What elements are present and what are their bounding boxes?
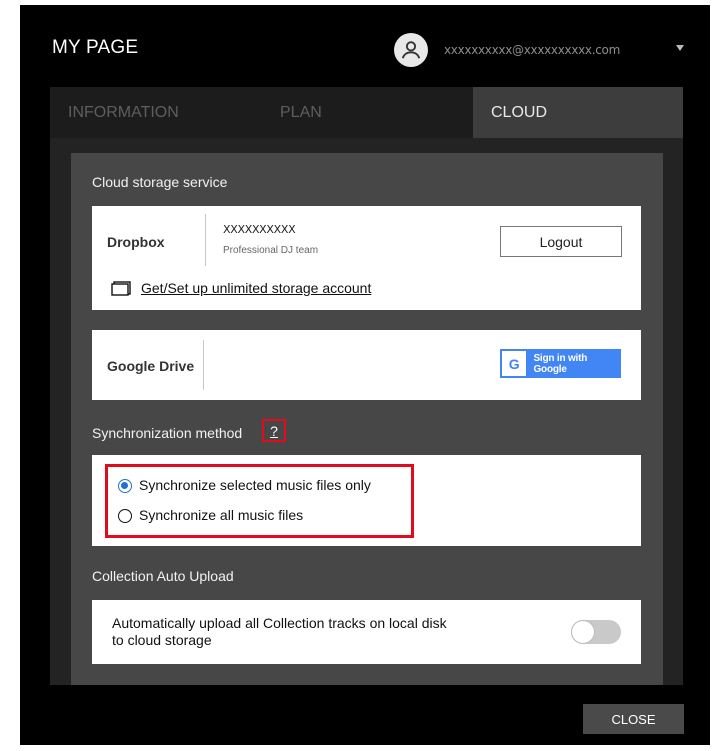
radio-sync-selected[interactable] — [118, 479, 132, 493]
help-icon: ? — [270, 422, 278, 439]
toggle-knob — [571, 620, 595, 644]
unlimited-storage-link[interactable]: Get/Set up unlimited storage account — [141, 280, 371, 296]
auto-upload-description: Automatically upload all Collection trac… — [112, 615, 447, 648]
divider — [203, 340, 204, 390]
auto-upload-toggle[interactable] — [571, 620, 621, 644]
tab-plan[interactable]: PLAN — [280, 87, 322, 138]
account-email: xxxxxxxxxx@xxxxxxxxxx.com — [444, 43, 620, 57]
tab-bar: INFORMATION PLAN CLOUD — [50, 87, 683, 138]
window-icon — [111, 281, 131, 301]
user-avatar-icon — [394, 33, 428, 67]
google-drive-label: Google Drive — [107, 358, 195, 374]
auto-upload-heading: Collection Auto Upload — [92, 568, 234, 584]
close-button[interactable]: CLOSE — [583, 704, 684, 734]
radio-sync-all[interactable] — [118, 509, 132, 523]
page-title: MY PAGE — [52, 37, 139, 58]
sync-options-highlight — [105, 464, 414, 538]
dropbox-team: Professional DJ team — [223, 245, 319, 256]
google-signin-button[interactable]: G Sign in with Google — [500, 349, 621, 378]
help-button[interactable]: ? — [262, 419, 286, 442]
sync-heading: Synchronization method — [92, 425, 243, 441]
google-logo-icon: G — [502, 351, 527, 376]
cloud-storage-heading: Cloud storage service — [92, 174, 228, 190]
dropbox-label: Dropbox — [107, 234, 165, 250]
logout-button[interactable]: Logout — [500, 226, 622, 257]
divider — [205, 214, 206, 266]
chevron-down-icon[interactable] — [676, 45, 684, 51]
sync-all-label[interactable]: Synchronize all music files — [139, 507, 303, 523]
sync-selected-label[interactable]: Synchronize selected music files only — [139, 477, 371, 493]
tab-information[interactable]: INFORMATION — [68, 87, 179, 138]
tab-cloud[interactable]: CLOUD — [473, 87, 683, 138]
google-signin-label: Sign in with Google — [533, 352, 588, 375]
account-menu[interactable]: xxxxxxxxxx@xxxxxxxxxx.com — [394, 27, 620, 73]
dropbox-username: XXXXXXXXXX — [223, 223, 296, 236]
